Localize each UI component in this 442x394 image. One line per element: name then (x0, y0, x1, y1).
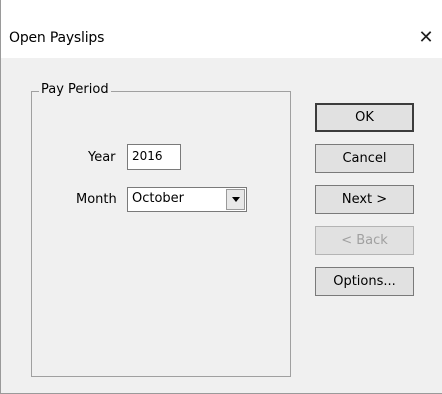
back-button: < Back (315, 226, 414, 255)
pay-period-group (31, 91, 291, 377)
open-payslips-dialog: Open Payslips ✕ Pay Period Year 2016 Mon… (0, 0, 442, 394)
year-input[interactable]: 2016 (127, 144, 181, 170)
cancel-button[interactable]: Cancel (315, 144, 414, 173)
ok-button[interactable]: OK (315, 103, 414, 132)
title-bar: Open Payslips ✕ (1, 0, 442, 58)
year-label: Year (88, 150, 116, 165)
options-button[interactable]: Options... (315, 267, 414, 296)
next-button[interactable]: Next > (315, 185, 414, 214)
chevron-down-icon (232, 197, 240, 202)
month-label: Month (76, 192, 117, 207)
month-select-value: October (132, 191, 185, 206)
close-icon[interactable]: ✕ (413, 26, 439, 50)
pay-period-group-label: Pay Period (39, 82, 111, 97)
month-select[interactable]: October (127, 187, 247, 212)
month-dropdown-button[interactable] (226, 189, 245, 210)
dialog-title: Open Payslips (9, 30, 105, 46)
